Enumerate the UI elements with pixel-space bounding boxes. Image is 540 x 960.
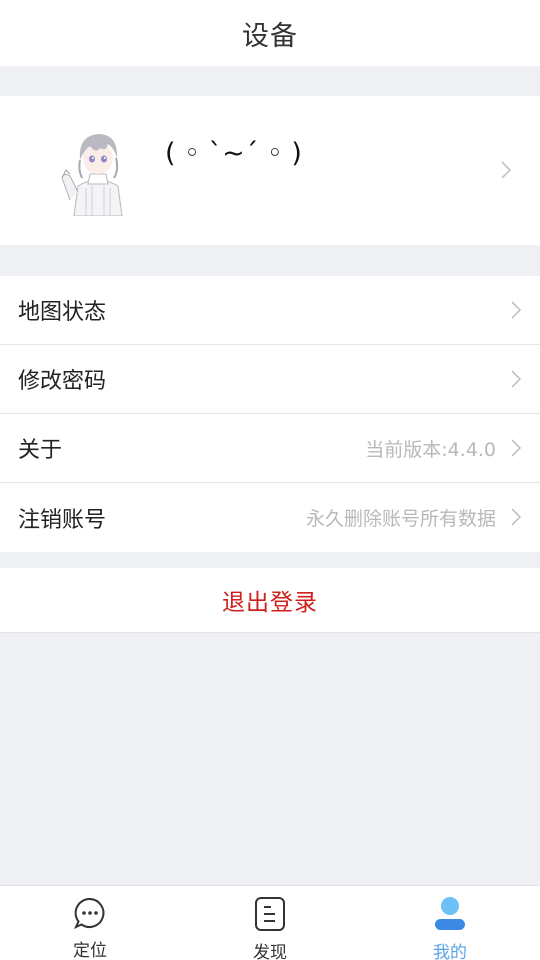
tab-discover[interactable]: 发现 [180,886,360,960]
avatar[interactable] [56,126,140,216]
tab-label: 定位 [73,941,107,960]
chevron-right-icon [510,300,522,320]
menu-item-change-password[interactable]: 修改密码 [0,345,540,414]
settings-menu: 地图状态 修改密码 关于 当前版本:4.4.0 注销账号 永久删除账号所有数据 [0,276,540,552]
menu-item-delete-account[interactable]: 注销账号 永久删除账号所有数据 [0,483,540,552]
menu-item-label: 修改密码 [18,369,107,394]
tab-locate[interactable]: 定位 [0,886,180,960]
profile-nickname: ( ◦ ˋ~ˊ ◦ ) [165,138,302,169]
page-title: 设备 [242,20,298,52]
bottom-tab-bar: 定位 发现 我的 [0,885,540,960]
version-text: 当前版本:4.4.0 [365,438,496,461]
chat-bubble-icon [72,896,108,930]
menu-item-map-status[interactable]: 地图状态 [0,276,540,345]
settings-page: 设备 (◦ ˋ~ˊ ◦) 地图状态 修改密码 关于 当前版本:4.4.0 注… [0,0,540,960]
chevron-right-icon [510,438,522,458]
logout-button[interactable]: 退出登录 [0,568,540,633]
profile-card[interactable]: ( ◦ ˋ~ˊ ◦ ) [0,96,540,245]
logout-label: 退出登录 [222,590,318,616]
anime-avatar-icon [56,126,140,216]
menu-item-label: 地图状态 [18,300,107,325]
top-bar: 设备 [0,0,540,66]
chevron-right-icon [500,160,512,180]
menu-item-label: 关于 [18,438,63,463]
tab-label: 我的 [433,943,467,960]
user-icon [432,896,468,932]
tab-label: 发现 [253,943,287,960]
tab-mine[interactable]: 我的 [360,886,540,960]
menu-item-about[interactable]: 关于 当前版本:4.4.0 [0,414,540,483]
delete-account-hint: 永久删除账号所有数据 [305,508,496,530]
document-icon [252,896,288,932]
chevron-right-icon [510,507,522,527]
menu-item-label: 注销账号 [18,507,107,533]
chevron-right-icon [510,369,522,389]
